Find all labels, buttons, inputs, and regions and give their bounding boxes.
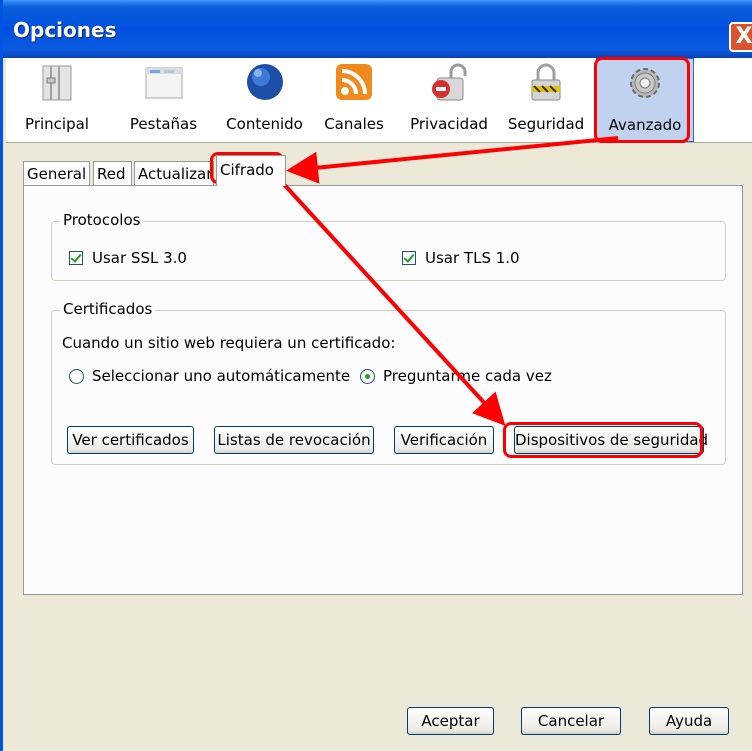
cancel-button[interactable]: Cancelar: [521, 707, 621, 735]
toolbar-item-label: Seguridad: [507, 115, 585, 133]
switch-icon: [42, 65, 72, 101]
revocation-lists-button[interactable]: Listas de revocación: [214, 426, 374, 454]
tab-actualizar[interactable]: Actualizar: [134, 161, 214, 185]
ssl-label: Usar SSL 3.0: [92, 249, 187, 267]
radio-ask-every-time[interactable]: [360, 369, 375, 384]
tabs-window-icon: [145, 67, 182, 99]
toolbar-item-label: Pestañas: [129, 115, 198, 133]
lock-open-icon: [432, 63, 467, 101]
radio-auto-select[interactable]: [69, 369, 84, 384]
toolbar-item-canales[interactable]: Canales: [318, 58, 390, 142]
toolbar-item-label: Principal: [25, 115, 89, 133]
protocols-group: Protocolos Usar SSL 3.0 Usar TLS 1.0: [51, 211, 726, 281]
tab-red[interactable]: Red: [93, 161, 132, 185]
title-bar: Opciones X: [3, 0, 752, 58]
globe-icon: [246, 64, 283, 100]
toolbar-item-privacidad[interactable]: Privacidad: [402, 58, 496, 142]
toolbar-item-label: Contenido: [226, 115, 303, 133]
tab-cifrado[interactable]: Cifrado: [216, 155, 286, 186]
certificates-legend: Certificados: [60, 300, 156, 318]
toolbar-item-pestanas[interactable]: Pestañas: [121, 58, 206, 142]
padlock-icon: [531, 63, 561, 101]
tab-general[interactable]: General: [23, 161, 90, 185]
view-certificates-button[interactable]: Ver certificados: [67, 426, 194, 454]
toolbar-item-contenido[interactable]: Contenido: [218, 58, 311, 142]
window-title: Opciones: [13, 18, 117, 42]
toolbar-item-label: Canales: [324, 115, 384, 133]
certificate-prompt: Cuando un sitio web requiera un certific…: [62, 334, 396, 352]
highlight-avanzado: [594, 57, 690, 143]
ssl-checkbox[interactable]: [69, 251, 83, 265]
radio-ask-label: Preguntarme cada vez: [383, 367, 552, 385]
protocols-legend: Protocolos: [60, 211, 144, 229]
close-button[interactable]: X: [729, 22, 752, 52]
toolbar-item-principal[interactable]: Principal: [18, 58, 96, 142]
tab-panel-cifrado: Protocolos Usar SSL 3.0 Usar TLS 1.0 Cer…: [23, 185, 743, 595]
radio-auto-label: Seleccionar uno automáticamente: [92, 367, 351, 385]
toolbar-item-seguridad[interactable]: Seguridad: [504, 58, 588, 142]
accept-button[interactable]: Aceptar: [407, 707, 494, 735]
tls-checkbox[interactable]: [402, 251, 416, 265]
help-button[interactable]: Ayuda: [649, 707, 729, 735]
toolbar-item-label: Privacidad: [410, 115, 488, 133]
tls-label: Usar TLS 1.0: [425, 249, 520, 267]
verification-button[interactable]: Verificación: [394, 426, 494, 454]
highlight-security-devices: [503, 422, 703, 458]
rss-feed-icon: [336, 64, 372, 100]
